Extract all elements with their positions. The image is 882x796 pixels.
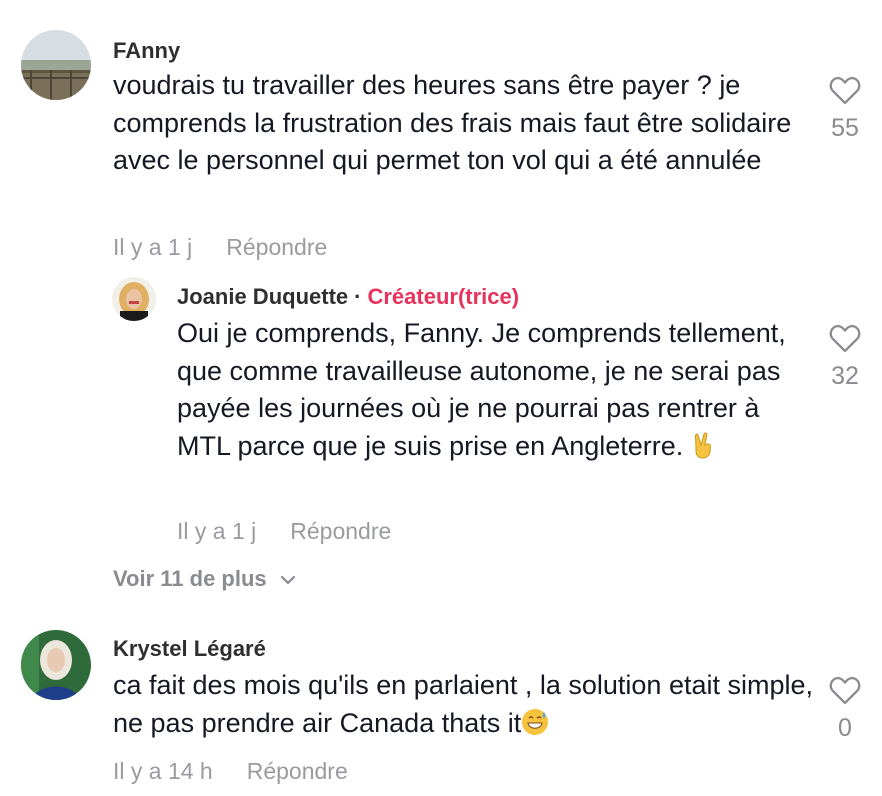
- comment-meta: Il y a 14 h Répondre: [113, 758, 348, 785]
- comment-meta: Il y a 1 j Répondre: [113, 234, 327, 261]
- reply-button[interactable]: Répondre: [226, 234, 327, 260]
- like-button[interactable]: 0: [815, 675, 875, 743]
- reply-username-line: Joanie Duquette · Créateur(trice): [177, 284, 519, 310]
- reply-timestamp: Il y a 1 j: [177, 518, 257, 544]
- heart-outline-icon: [829, 324, 861, 353]
- like-button[interactable]: 55: [815, 75, 875, 143]
- comment-text: voudrais tu travailler des heures sans ê…: [113, 70, 792, 175]
- comment-timestamp: Il y a 1 j: [113, 234, 193, 260]
- heart-outline-icon: [829, 76, 861, 105]
- comment-username[interactable]: FAnny: [113, 38, 180, 64]
- comment-text: ca fait des mois qu'ils en parlaient , l…: [113, 667, 813, 746]
- reply-button[interactable]: Répondre: [247, 758, 348, 784]
- like-button[interactable]: 32: [815, 323, 875, 391]
- view-more-label: Voir 11 de plus: [113, 566, 267, 591]
- reply-text: Oui je comprends, Fanny. Je comprends te…: [177, 315, 802, 469]
- avatar[interactable]: [21, 630, 91, 700]
- heart-outline-icon: [829, 676, 861, 705]
- victory-hand-emoji: [691, 431, 717, 470]
- view-more-replies[interactable]: Voir 11 de plus: [113, 566, 297, 592]
- reply-meta: Il y a 1 j Répondre: [177, 518, 391, 545]
- creator-badge: Créateur(trice): [367, 284, 520, 309]
- comment-timestamp: Il y a 14 h: [113, 758, 213, 784]
- avatar[interactable]: [21, 30, 91, 100]
- like-count: 55: [831, 114, 859, 142]
- comment-text-content: ca fait des mois qu'ils en parlaient , l…: [113, 670, 814, 738]
- chevron-down-icon: [280, 576, 295, 585]
- reply-username[interactable]: Joanie Duquette: [177, 284, 348, 309]
- grinning-sweat-emoji: [521, 708, 549, 747]
- avatar[interactable]: [112, 277, 156, 321]
- comment-username[interactable]: Krystel Légaré: [113, 636, 266, 662]
- separator-dot: ·: [354, 284, 362, 309]
- like-count: 0: [838, 714, 852, 742]
- reply-button[interactable]: Répondre: [290, 518, 391, 544]
- like-count: 32: [831, 362, 859, 390]
